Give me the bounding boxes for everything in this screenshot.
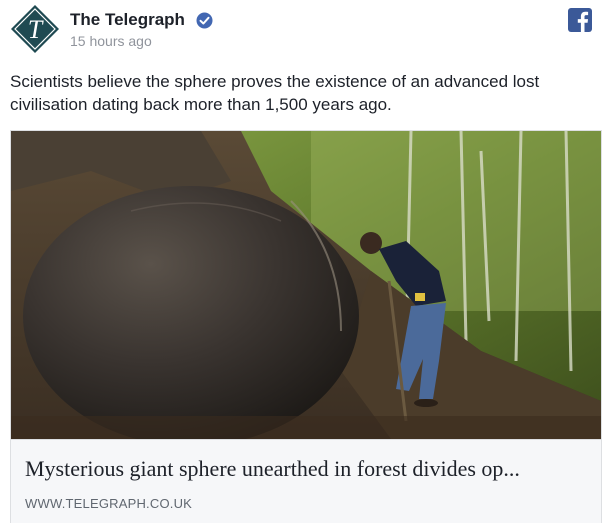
link-headline[interactable]: Mysterious giant sphere unearthed in for… <box>25 456 591 482</box>
post-caption: Scientists believe the sphere proves the… <box>10 72 540 114</box>
link-domain: WWW.TELEGRAPH.CO.UK <box>25 496 193 511</box>
facebook-post: T The Telegraph 15 hours ago Scientists … <box>0 0 602 523</box>
post-header: T The Telegraph 15 hours ago <box>10 4 592 56</box>
link-preview-card[interactable]: Mysterious giant sphere unearthed in for… <box>10 130 602 523</box>
link-preview-image[interactable] <box>11 131 601 439</box>
verified-badge-icon <box>196 12 213 29</box>
facebook-icon[interactable] <box>568 8 592 33</box>
page-name[interactable]: The Telegraph <box>70 10 185 30</box>
post-timestamp[interactable]: 15 hours ago <box>70 33 152 49</box>
telegraph-logo-icon[interactable]: T <box>10 4 60 54</box>
link-preview-text[interactable]: Mysterious giant sphere unearthed in for… <box>11 439 601 523</box>
avatar-letter: T <box>28 15 44 44</box>
